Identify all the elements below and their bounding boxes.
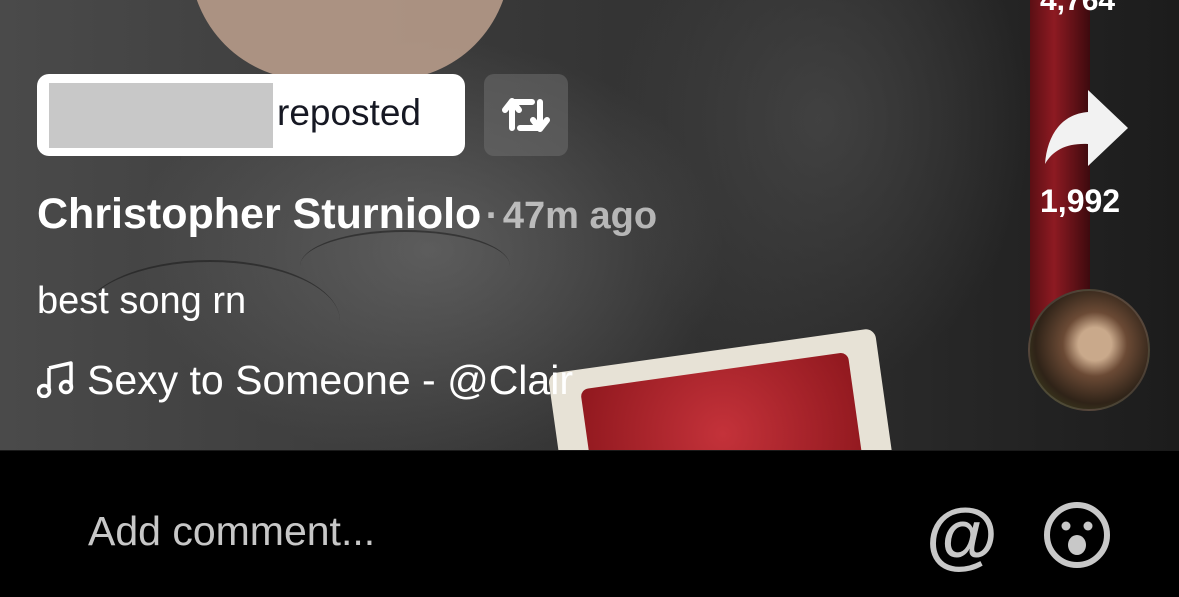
- like-count: 4,764: [1040, 0, 1116, 17]
- repost-icon: [502, 98, 550, 132]
- emoji-icon[interactable]: [1043, 501, 1111, 569]
- share-count: 1,992: [1040, 183, 1121, 219]
- comment-input[interactable]: Add comment...: [88, 508, 375, 555]
- at-mention-icon[interactable]: @: [925, 498, 999, 572]
- redacted-username: [49, 83, 273, 148]
- video-frame-skin: [190, 0, 510, 80]
- author-name[interactable]: Christopher Sturniolo: [37, 190, 481, 238]
- sound-avatar[interactable]: [1028, 289, 1150, 411]
- post-caption: best song rn: [37, 280, 247, 322]
- video-frame-fold: [300, 230, 510, 302]
- repost-badge[interactable]: reposted: [37, 74, 465, 156]
- music-title: Sexy to Someone - @Clair: [87, 357, 573, 403]
- share-arrow-icon[interactable]: [1043, 90, 1129, 170]
- author-row: Christopher Sturniolo · 47m ago: [37, 190, 657, 239]
- post-time: 47m ago: [502, 195, 658, 237]
- music-note-icon: [36, 361, 74, 399]
- music-link[interactable]: Sexy to Someone - @Clair: [36, 357, 573, 404]
- repost-button[interactable]: [484, 74, 568, 156]
- separator-dot: ·: [485, 195, 499, 237]
- repost-label: reposted: [277, 92, 421, 133]
- comment-bar: Add comment... @: [0, 450, 1179, 597]
